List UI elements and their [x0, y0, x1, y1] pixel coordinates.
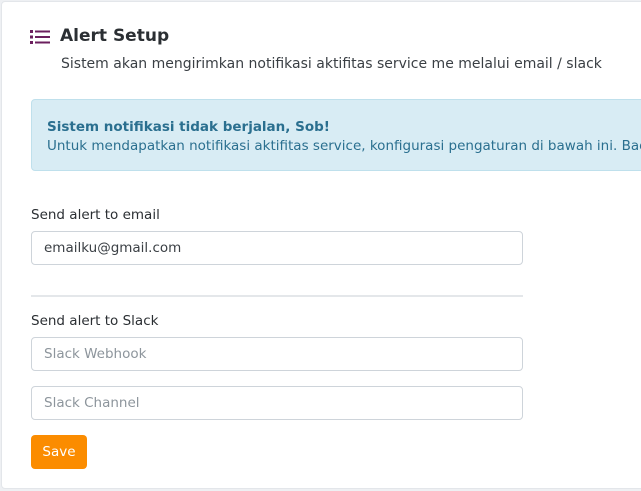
alert-title: Sistem notifikasi tidak berjalan, Sob! — [47, 119, 330, 135]
info-alert: Sistem notifikasi tidak berjalan, Sob! U… — [31, 99, 641, 171]
page-title: Alert Setup — [60, 26, 170, 46]
alert-body: Untuk mendapatkan notifikasi aktifitas s… — [47, 138, 641, 154]
save-button[interactable]: Save — [31, 435, 87, 469]
page: Alert Setup Sistem akan mengirimkan noti… — [0, 0, 641, 491]
list-icon — [30, 30, 50, 44]
page-header: Alert Setup — [30, 26, 169, 46]
email-label: Send alert to email — [31, 207, 160, 223]
page-subtitle: Sistem akan mengirimkan notifikasi aktif… — [61, 56, 602, 72]
slack-channel-input[interactable] — [31, 386, 523, 420]
slack-webhook-input[interactable] — [31, 337, 523, 371]
section-divider — [31, 295, 523, 297]
email-input[interactable] — [31, 231, 523, 265]
slack-label: Send alert to Slack — [31, 313, 159, 329]
